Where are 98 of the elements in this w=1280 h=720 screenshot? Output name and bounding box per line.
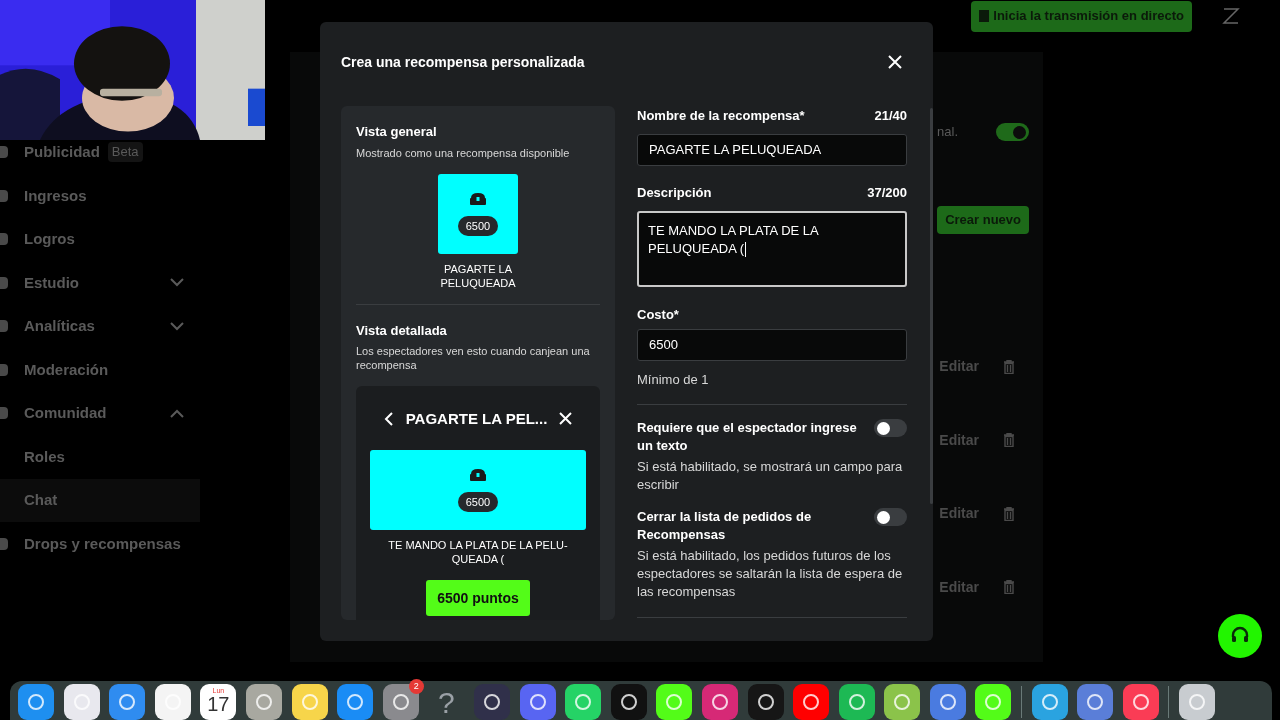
app-icon[interactable]	[610, 684, 647, 720]
support-button[interactable]	[1218, 614, 1262, 658]
sidebar-label: Ingresos	[24, 185, 87, 206]
app-icon[interactable]	[382, 684, 419, 720]
toggle-title: Requiere que el espectador ingrese un texto	[637, 419, 858, 455]
detail-title: PAGARTE LA PEL...	[405, 408, 548, 429]
reward-description: TE MANDO LA PLATA DE LA PELU-QUEADA (	[387, 538, 569, 566]
field-label: Costo*	[637, 306, 680, 324]
toggle-description: Si está habilitado, se mostrará un campo para escribir	[637, 458, 904, 494]
app-icon[interactable]	[884, 684, 921, 720]
close-icon[interactable]	[888, 55, 902, 69]
sidebar-label: Publicidad	[24, 141, 100, 162]
nav-icon	[0, 146, 8, 158]
app-icon[interactable]	[63, 684, 100, 720]
sidebar-item[interactable]: Ingresos	[0, 174, 200, 218]
nav-icon	[0, 537, 8, 550]
edit-link[interactable]: Editar	[939, 429, 979, 451]
app-icon[interactable]	[701, 684, 738, 720]
app-icon[interactable]	[565, 684, 602, 720]
nav-icon	[0, 407, 8, 420]
sidebar-label: Roles	[24, 446, 65, 467]
app-icon[interactable]	[519, 684, 556, 720]
cost-pill: 6500	[457, 215, 499, 237]
setting-text: nal.	[937, 123, 958, 142]
cost-pill: 6500	[457, 491, 499, 513]
app-icon[interactable]	[793, 684, 830, 720]
sidebar-label: Moderación	[24, 359, 109, 380]
toggle-description: Si está habilitado, los pedidos futuros de los espectadores se saltarán la lista de espera de las recompensas	[637, 547, 904, 601]
app-icon[interactable]	[291, 684, 328, 720]
app-icon[interactable]	[1077, 684, 1114, 720]
app-icon[interactable]	[838, 684, 875, 720]
sidebar-item[interactable]: Logros	[0, 217, 200, 261]
sidebar-item[interactable]: Estudio	[0, 261, 200, 305]
chest-icon	[469, 191, 487, 206]
create-button[interactable]: Crear nuevo	[937, 206, 1029, 234]
nav-icon	[0, 320, 8, 333]
character-count: 37/200	[867, 183, 907, 202]
edit-link[interactable]: Editar	[939, 576, 979, 598]
sidebar-item[interactable]: Roles	[0, 435, 200, 479]
app-icon[interactable]	[154, 684, 191, 720]
app-icon[interactable]	[337, 684, 374, 720]
sidebar-item[interactable]: Publicidad Beta	[0, 141, 200, 163]
app-icon[interactable]	[18, 684, 54, 720]
close-icon[interactable]	[559, 412, 573, 426]
name-input[interactable]: PAGARTE LA PELUQUEADA	[637, 133, 907, 166]
sidebar-label: Drops y recompensas	[24, 533, 181, 554]
app-icon[interactable]	[975, 684, 1012, 720]
section-title: Vista detallada	[356, 322, 448, 340]
dock-item[interactable]: ?	[428, 684, 465, 720]
chevron-down-icon	[170, 321, 184, 331]
toggle-switch[interactable]	[874, 508, 907, 526]
sidebar-label: Comunidad	[24, 403, 107, 423]
section-title: Vista general	[356, 123, 438, 141]
app-icon[interactable]	[656, 684, 693, 720]
app-icon[interactable]	[1031, 684, 1068, 720]
modal-title: Crea una recompensa personalizada	[341, 52, 585, 72]
field-label: Descripción	[637, 183, 712, 202]
sidebar-item[interactable]: Analíticas	[0, 304, 200, 348]
chevron-up-icon	[170, 408, 184, 418]
app-icon[interactable]	[929, 684, 966, 720]
nav-icon	[0, 363, 8, 376]
toggle-switch[interactable]	[996, 123, 1029, 141]
app-icon[interactable]	[747, 684, 784, 720]
character-count: 21/40	[874, 107, 907, 125]
sidebar-item[interactable]: Comunidad	[0, 391, 200, 435]
sidebar-item[interactable]: Chat	[0, 478, 200, 522]
edit-link[interactable]: Editar	[939, 356, 979, 378]
sidebar-label: Analíticas	[24, 316, 95, 336]
app-icon[interactable]	[1179, 684, 1216, 720]
field-label: Nombre de la recompensa*	[637, 107, 805, 125]
reward-name: PAGARTE LA PELUQUEADA	[439, 262, 517, 290]
toggle-title: Cerrar la lista de pedidos de Recompensas	[637, 508, 813, 544]
go-live-button[interactable]: Inicia la transmisión en directo	[971, 0, 1192, 32]
sidebar-item[interactable]: Drops y recompensas	[0, 522, 200, 566]
redeem-button[interactable]: 6500 puntos	[426, 580, 530, 616]
sidebar-label: Estudio	[24, 272, 79, 293]
chest-icon	[469, 467, 487, 482]
app-icon[interactable]	[109, 684, 146, 720]
section-subtitle: Mostrado como una recompensa disponible	[356, 145, 571, 161]
beta-badge: Beta	[107, 142, 143, 162]
cost-input[interactable]: 6500	[637, 328, 907, 361]
sidebar-label: Chat	[24, 490, 58, 510]
description-input[interactable]: TE MANDO LA PLATA DE LA PELUQUEADA (	[637, 211, 907, 287]
edit-link[interactable]: Editar	[939, 503, 979, 525]
nav-icon	[0, 233, 8, 246]
toggle-switch[interactable]	[874, 419, 907, 437]
app-icon[interactable]	[473, 684, 510, 720]
field-hint: Mínimo de 1	[637, 370, 710, 389]
logo-icon	[1222, 7, 1240, 25]
back-icon[interactable]	[383, 411, 394, 426]
nav-icon	[0, 276, 8, 289]
app-icon[interactable]	[1122, 684, 1159, 720]
section-subtitle: Los espectadores ven esto cuando canjean una recompensa	[356, 343, 591, 372]
nav-icon	[0, 189, 8, 202]
sidebar-label: Logros	[24, 229, 75, 249]
app-icon[interactable]	[245, 684, 282, 720]
sidebar-item[interactable]: Moderación	[0, 348, 200, 392]
chevron-down-icon	[170, 278, 184, 288]
